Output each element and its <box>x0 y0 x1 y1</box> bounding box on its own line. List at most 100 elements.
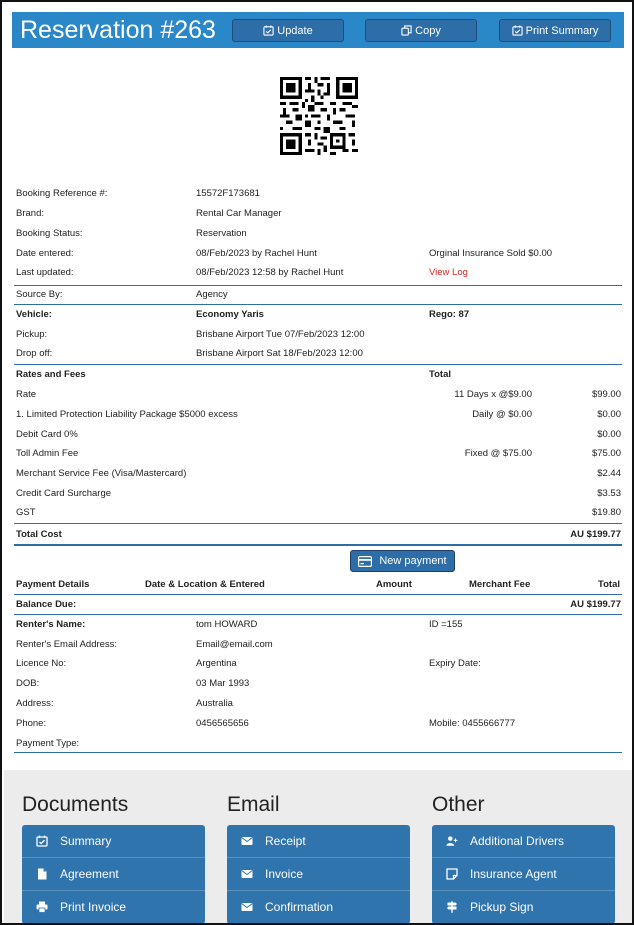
phone-row: Phone: 0456565656 Mobile: 0455666777 <box>14 717 622 731</box>
documents-section: Documents Summary Agreement Print Invoic… <box>22 792 205 923</box>
envelope-icon <box>241 837 253 845</box>
fee-name: Rate <box>16 389 37 400</box>
summary-button[interactable]: Summary <box>22 825 205 858</box>
divider <box>14 544 622 546</box>
field-label: Date entered: <box>16 248 74 259</box>
date-entered-value: 08/Feb/2023 by Rachel Hunt <box>196 248 317 259</box>
balance-due-value: AU $199.77 <box>570 599 621 610</box>
email-menu: Receipt Invoice Confirmation <box>227 825 410 923</box>
copy-icon <box>401 25 412 36</box>
renter-email-value: Email@email.com <box>196 639 273 650</box>
field-label: Phone: <box>16 718 47 729</box>
fee-name: Credit Card Surcharge <box>16 488 112 499</box>
source-value: Agency <box>196 289 228 300</box>
balance-due-label: Balance Due: <box>16 599 77 610</box>
user-plus-icon <box>446 836 458 846</box>
fee-name: Debit Card 0% <box>16 429 78 440</box>
fee-amount: $3.53 <box>597 488 621 499</box>
documents-title: Documents <box>22 793 129 816</box>
booking-reference-value: 15572F173681 <box>196 188 260 199</box>
mobile-value: Mobile: 0455666777 <box>429 718 516 729</box>
field-label: Renter's Email Address: <box>16 639 118 650</box>
vehicle-value: Economy Yaris <box>196 309 264 320</box>
fee-name: 1. Limited Protection Liability Package … <box>16 409 238 420</box>
qr-code <box>280 77 358 155</box>
fee-amount: $0.00 <box>597 409 621 420</box>
rego-value: Rego: 87 <box>429 309 470 320</box>
calendar-check-icon <box>263 25 274 36</box>
payment-details-header: Payment Details <box>16 579 90 590</box>
fee-row: Merchant Service Fee (Visa/Mastercard) $… <box>14 467 622 481</box>
field-label: Booking Reference #: <box>16 188 108 199</box>
divider <box>14 364 622 365</box>
calendar-check-icon <box>36 835 48 847</box>
field-label: Last updated: <box>16 267 74 278</box>
email-title: Email <box>227 793 280 816</box>
fee-detail: Daily @ $0.00 <box>472 409 532 420</box>
fee-row: Toll Admin Fee Fixed @ $75.00 $75.00 <box>14 447 622 461</box>
confirmation-button[interactable]: Confirmation <box>227 891 410 923</box>
invoice-label: Invoice <box>265 867 304 881</box>
divider <box>14 304 622 305</box>
date-entered-row: Date entered: 08/Feb/2023 by Rachel Hunt… <box>14 247 622 261</box>
field-label: Brand: <box>16 208 44 219</box>
calendar-check-icon <box>511 25 523 36</box>
licence-value: Argentina <box>196 658 237 669</box>
additional-drivers-button[interactable]: Additional Drivers <box>432 825 615 858</box>
receipt-button[interactable]: Receipt <box>227 825 410 858</box>
other-section: Other Additional Drivers Insurance Agent… <box>432 792 615 923</box>
booking-reference-row: Booking Reference #: 15572F173681 <box>14 187 622 201</box>
fees-header-row: Rates and Fees Total <box>14 368 622 382</box>
dropoff-value: Brisbane Airport Sat 18/Feb/2023 12:00 <box>196 348 363 359</box>
address-value: Australia <box>196 698 233 709</box>
total-cost-label: Total Cost <box>16 529 62 540</box>
fee-row: Credit Card Surcharge $3.53 <box>14 487 622 501</box>
total-cost-row: Total Cost AU $199.77 <box>14 528 622 542</box>
insurance-note: Orginal Insurance Sold $0.00 <box>429 248 553 259</box>
note-icon <box>446 868 458 880</box>
brand-value: Rental Car Manager <box>196 208 282 219</box>
expiry-label: Expiry Date: <box>429 658 481 669</box>
fee-name: Toll Admin Fee <box>16 448 79 459</box>
address-row: Address: Australia <box>14 697 622 711</box>
print-icon <box>36 901 48 913</box>
fee-amount: $0.00 <box>597 429 621 440</box>
total-cost-value: AU $199.77 <box>570 529 621 540</box>
fee-detail: 11 Days x @$9.00 <box>454 389 532 400</box>
insurance-agent-button[interactable]: Insurance Agent <box>432 858 615 891</box>
fee-amount: $19.80 <box>591 507 621 518</box>
balance-due-row: Balance Due: AU $199.77 <box>14 598 622 612</box>
receipt-label: Receipt <box>265 834 306 848</box>
renter-email-row: Renter's Email Address: Email@email.com <box>14 638 622 652</box>
view-log-link[interactable]: View Log <box>429 266 468 280</box>
divider <box>14 285 622 286</box>
invoice-button[interactable]: Invoice <box>227 858 410 891</box>
pickup-sign-button[interactable]: Pickup Sign <box>432 891 615 923</box>
file-icon <box>38 868 47 880</box>
pickup-value: Brisbane Airport Tue 07/Feb/2023 12:00 <box>196 329 365 340</box>
update-button[interactable]: Update <box>232 19 344 42</box>
field-label: Renter's Name: <box>16 619 86 630</box>
fees-total-heading: Total <box>429 369 451 380</box>
signpost-icon <box>447 901 457 913</box>
field-label: Booking Status: <box>16 228 83 239</box>
print-summary-button[interactable]: Print Summary <box>499 19 611 42</box>
field-label: DOB: <box>16 678 40 689</box>
other-menu: Additional Drivers Insurance Agent Picku… <box>432 825 615 923</box>
update-button-label: Update <box>277 24 313 37</box>
dob-value: 03 Mar 1993 <box>196 678 250 689</box>
brand-row: Brand: Rental Car Manager <box>14 207 622 221</box>
copy-button[interactable]: Copy <box>365 19 477 42</box>
page-title: Reservation #263 <box>20 16 216 44</box>
agreement-button[interactable]: Agreement <box>22 858 205 891</box>
fee-row: 1. Limited Protection Liability Package … <box>14 408 622 422</box>
new-payment-button[interactable]: New payment <box>350 550 455 572</box>
fees-heading: Rates and Fees <box>16 369 86 380</box>
fee-name: GST <box>16 507 36 518</box>
last-updated-row: Last updated: 08/Feb/2023 12:58 by Rache… <box>14 266 622 280</box>
phone-value: 0456565656 <box>196 718 249 729</box>
print-invoice-button[interactable]: Print Invoice <box>22 891 205 923</box>
other-title: Other <box>432 793 485 816</box>
last-updated-value: 08/Feb/2023 12:58 by Rachel Hunt <box>196 267 344 278</box>
insurance-agent-label: Insurance Agent <box>470 867 557 881</box>
